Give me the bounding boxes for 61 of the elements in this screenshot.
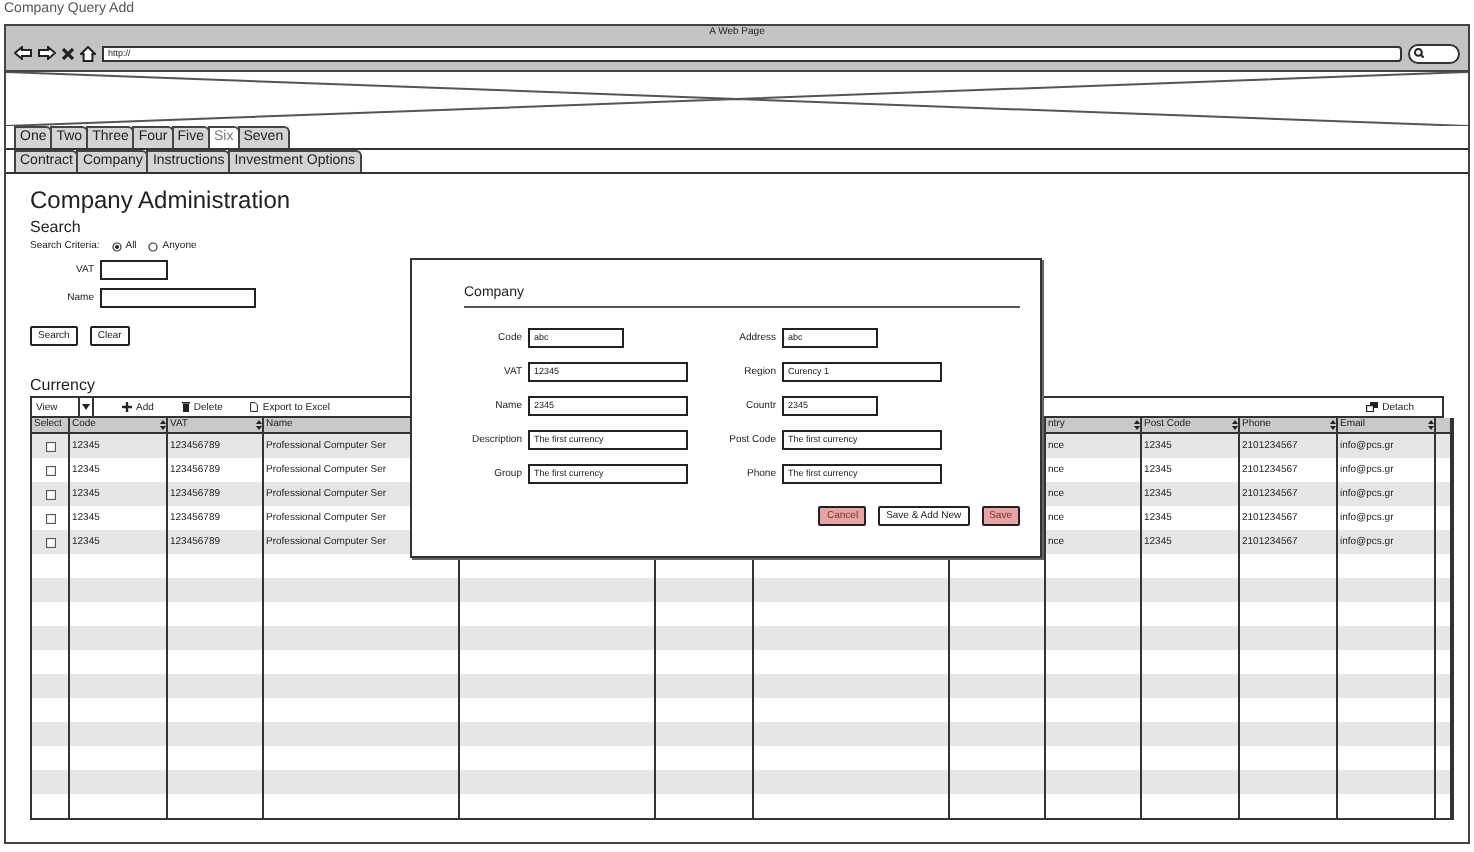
section-title: Currency <box>30 376 97 394</box>
trash-icon <box>181 402 190 412</box>
table-cell <box>1046 722 1142 746</box>
table-cell <box>656 722 754 746</box>
table-cell <box>1338 770 1436 794</box>
window-icon <box>1366 402 1379 412</box>
table-cell <box>168 722 264 746</box>
forward-arrow-icon <box>38 46 56 60</box>
table-cell <box>168 626 264 650</box>
table-cell <box>1046 578 1142 602</box>
search-field[interactable] <box>1408 43 1460 63</box>
table-cell <box>1142 770 1240 794</box>
checkbox[interactable] <box>45 465 55 475</box>
table-cell <box>656 578 754 602</box>
table-cell <box>70 578 168 602</box>
table-cell <box>70 674 168 698</box>
table-cell <box>1240 626 1338 650</box>
table-cell <box>70 770 168 794</box>
input-field[interactable] <box>100 260 168 280</box>
document-icon <box>250 402 259 412</box>
table-cell <box>70 722 168 746</box>
table-cell <box>950 674 1046 698</box>
table-cell <box>1240 722 1338 746</box>
table-cell <box>1046 626 1142 650</box>
table-cell <box>656 674 754 698</box>
table-cell <box>70 626 168 650</box>
table-cell <box>1046 674 1142 698</box>
table-cell <box>1338 578 1436 602</box>
checkbox[interactable] <box>45 441 55 451</box>
table-cell <box>1338 626 1436 650</box>
table-cell <box>1240 674 1338 698</box>
checkbox[interactable] <box>45 489 55 499</box>
caret-icon <box>82 404 90 410</box>
table-cell <box>168 578 264 602</box>
table-cell <box>656 770 754 794</box>
table-cell <box>950 770 1046 794</box>
table-cell <box>1240 770 1338 794</box>
table-cell <box>1142 626 1240 650</box>
table-cell <box>1338 674 1436 698</box>
checkbox[interactable] <box>45 513 55 523</box>
page-heading: Company Administration <box>30 186 293 214</box>
table-cell <box>950 722 1046 746</box>
close-icon <box>62 47 74 59</box>
table-cell <box>168 674 264 698</box>
table-cell <box>950 578 1046 602</box>
table-cell <box>1240 578 1338 602</box>
section-title: Search <box>30 218 83 236</box>
checkbox[interactable] <box>45 537 55 547</box>
table-cell <box>1142 578 1240 602</box>
table-cell <box>950 626 1046 650</box>
table-cell <box>1142 722 1240 746</box>
table-cell <box>656 626 754 650</box>
table-cell <box>1142 674 1240 698</box>
input-field[interactable] <box>100 288 256 308</box>
table-cell <box>168 770 264 794</box>
table-cell <box>1046 770 1142 794</box>
plus-icon <box>122 402 132 412</box>
home-icon <box>80 45 96 61</box>
back-arrow-icon <box>14 46 32 60</box>
search-icon <box>1414 48 1424 58</box>
table-cell <box>1338 722 1436 746</box>
